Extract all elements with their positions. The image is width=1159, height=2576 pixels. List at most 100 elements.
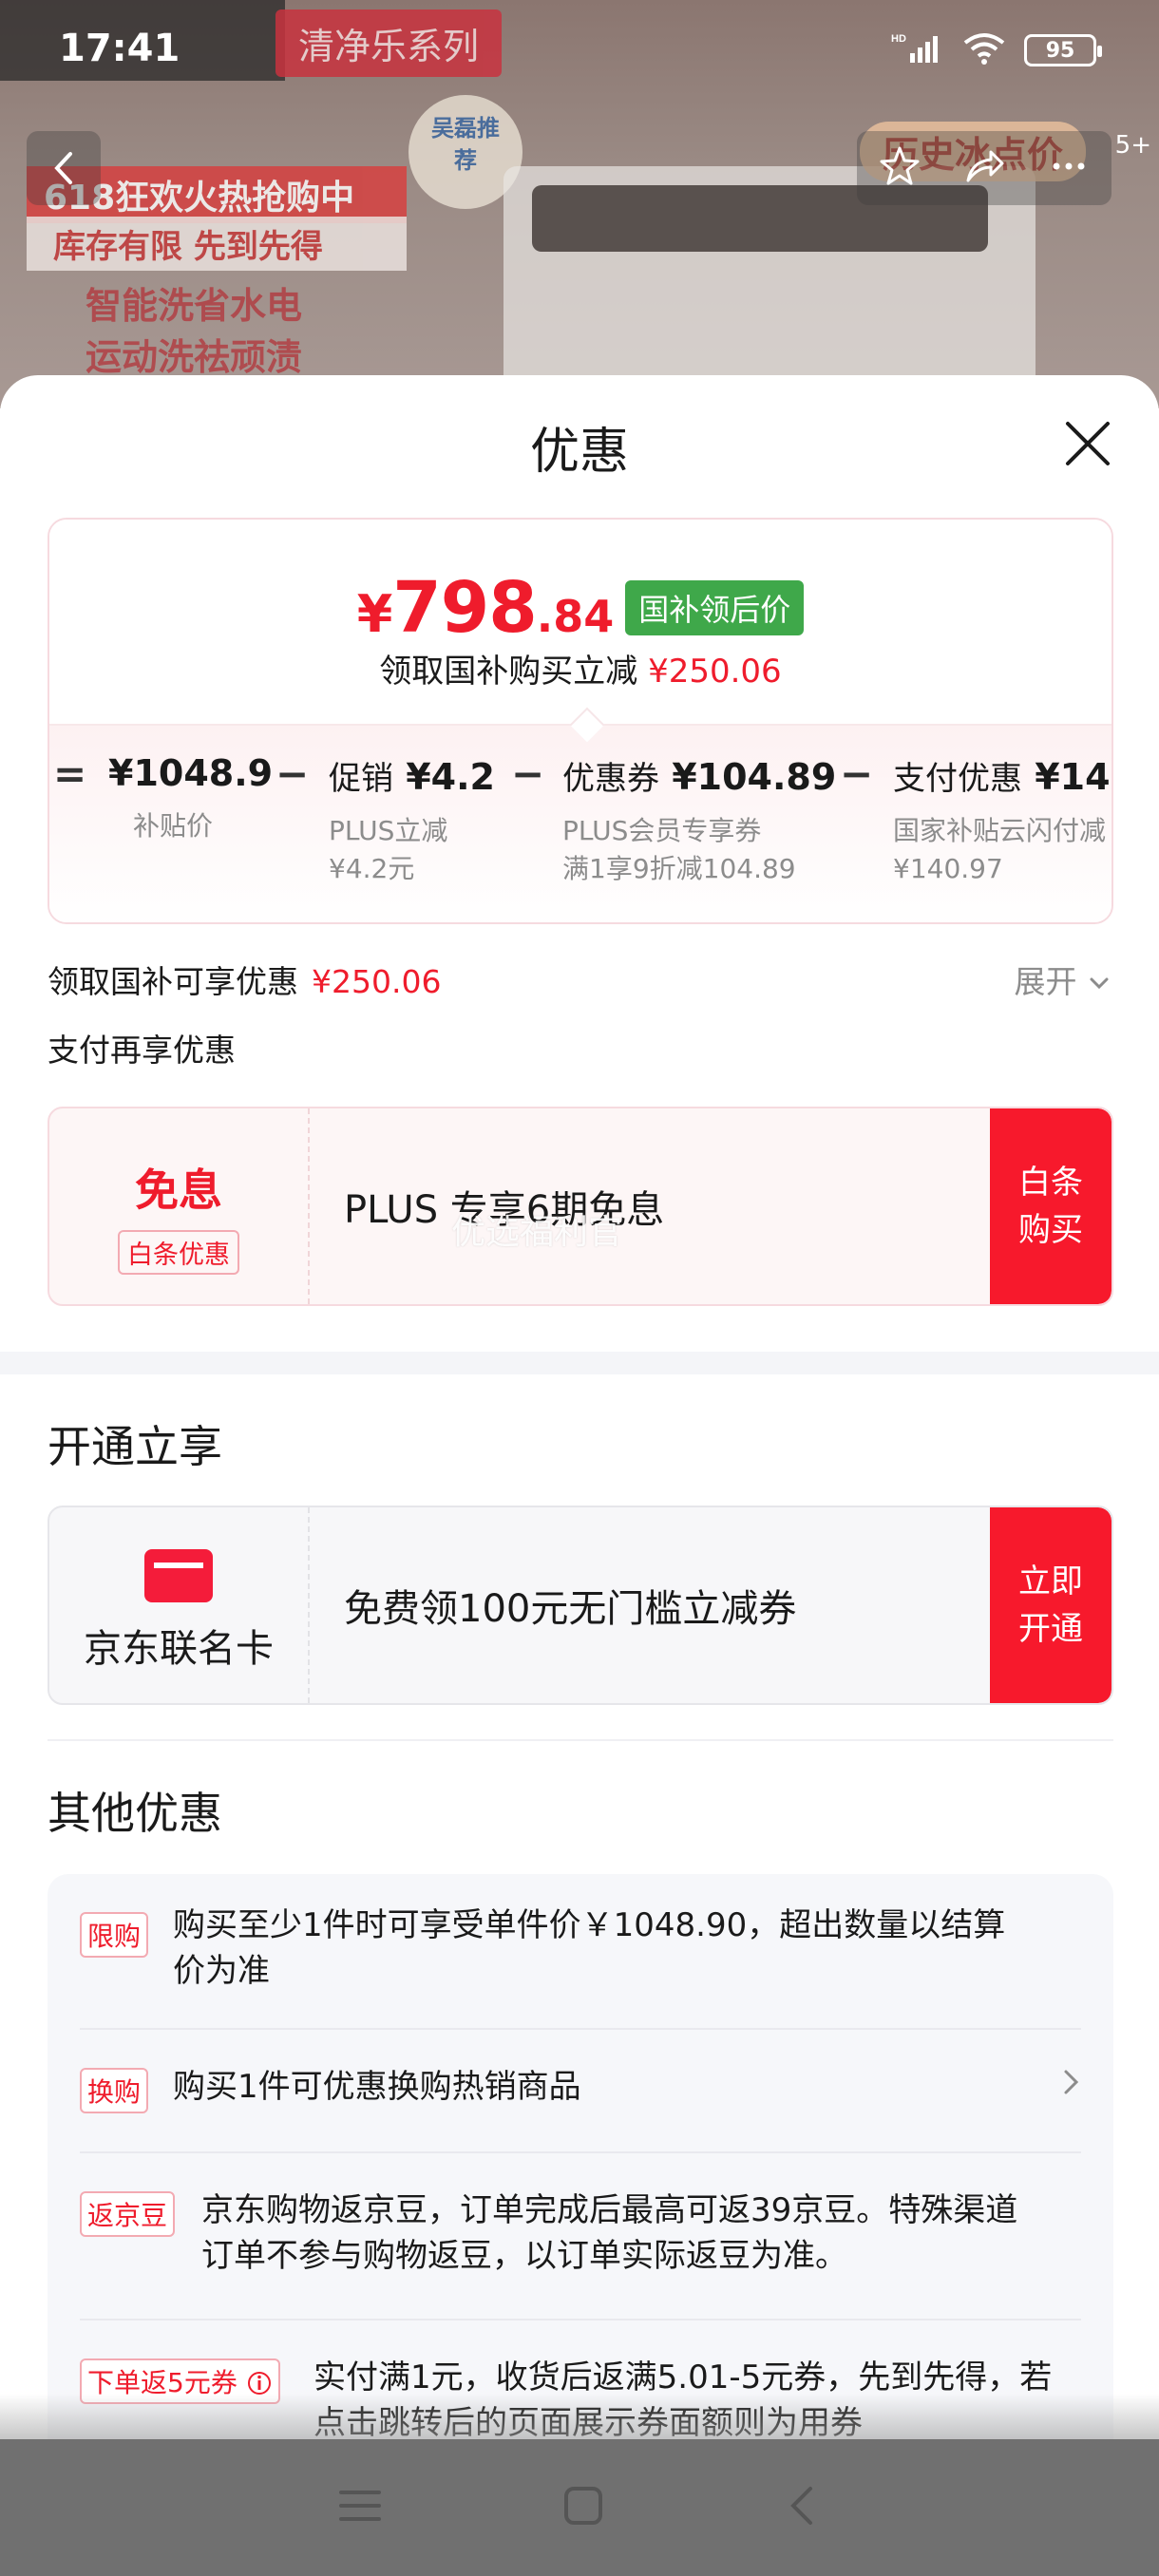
slogan: 智能洗省水电 运动洗祛顽渍 [86,280,302,383]
jd-card-name: 京东联名卡 [84,1627,274,1671]
breakdown-operator: − [511,750,545,797]
breakdown-item: ¥1048.9 补贴价 [108,752,273,845]
promo-sub-banner: 库存有限 先到先得 [27,217,407,271]
price-summary: ¥798.84 国补领后价 领取国补购买立减 ¥250.06 [49,520,1112,724]
recommend-text: 吴磊推荐 [431,115,500,174]
header-actions [857,131,1112,205]
breakdown-item: 优惠券 ¥104.89 PLUS会员专享券 满1享9折减104.89 [562,752,836,888]
subsidy-label: 领取国补可享优惠 [48,963,298,1000]
breakdown-label: 优惠券 [562,760,659,798]
discount-sheet: 优惠 ¥798.84 国补领后价 领取国补购买立减 ¥250.06 = ¥1048… [0,375,1159,2576]
status-bar: 17:41 HD 95 [0,0,1159,95]
baitiao-buy-button[interactable]: 白条 购买 [990,1108,1112,1304]
share-icon[interactable] [960,142,1008,194]
baitiao-tag: 白条优惠 [118,1230,239,1275]
other-item-limit: 限购 购买至少1件时可享受单件价￥1048.90，超出数量以结算价为准 [80,1903,1081,2030]
close-icon [1066,422,1110,465]
breakdown-sub-line: ¥4.2元 [329,853,415,884]
chevron-down-icon [1090,977,1109,990]
breakdown-sub-line: 满1享9折减104.89 [562,853,796,884]
battery-icon: 95 [1024,34,1102,66]
jd-card-text: 免费领100元无门槛立减券 [344,1587,797,1631]
status-icons: HD 95 [891,31,1102,69]
breakdown-main: 优惠券 ¥104.89 [562,752,836,799]
expand-label: 展开 [1014,963,1077,1000]
wifi-icon [961,31,1007,69]
slogan-line: 智能洗省水电 [86,285,303,327]
breakdown-item: 促销 ¥4.2 PLUS立减 ¥4.2元 [329,752,495,888]
jd-card-button-line: 立即 [1018,1563,1083,1601]
baitiao-title: 免息 [135,1165,222,1216]
price-sub: 领取国补购买立减 ¥250.06 [49,645,1112,691]
breakdown-operator: − [840,750,874,797]
subsidy-value: ¥250.06 [312,963,442,1000]
baitiao-button-line: 白条 [1018,1164,1083,1202]
price-breakdown: = ¥1048.9 补贴价 − 促销 ¥4.2 PLUS立减 ¥4.2元 − 优… [49,724,1112,922]
home-icon[interactable] [562,2485,604,2530]
breakdown-sub-line: ¥140.97 [893,853,1003,884]
svg-text:HD: HD [891,33,906,45]
beans-tag: 返京豆 [80,2191,176,2237]
back-nav-icon[interactable] [784,2483,822,2532]
final-price: ¥798.84 国补领后价 [49,567,1112,649]
price-tag: 国补领后价 [625,580,805,635]
price-integer: 798 [392,567,537,649]
breakdown-value: ¥140 [1035,756,1112,798]
sheet-title: 优惠 [529,424,629,481]
baitiao-left: 免息 白条优惠 [49,1108,310,1304]
menu-icon[interactable] [337,2487,383,2529]
watermark: 优选福利官 [451,1213,623,1252]
back-button[interactable] [27,131,101,205]
limit-text: 购买至少1件时可享受单件价￥1048.90，超出数量以结算价为准 [173,1906,1006,1990]
other-section-title: 其他优惠 [48,1788,222,1839]
breakdown-sub-line: PLUS立减 [329,815,448,846]
other-item-exchange[interactable]: 换购 购买1件可优惠换购热销商品 [80,2030,1081,2153]
jd-card-coupon[interactable]: 京东联名卡 免费领100元无门槛立减券 立即 开通 [48,1506,1113,1705]
breakdown-label: 支付优惠 [893,760,1022,798]
favorite-star-icon[interactable] [876,142,923,194]
price-card: ¥798.84 国补领后价 领取国补购买立减 ¥250.06 = ¥1048.9 … [48,518,1113,924]
system-nav-bar [0,2439,1159,2576]
other-item-beans: 返京豆 京东购物返京豆，订单完成后最高可返39京豆。特殊渠道订单不参与购物返豆，… [80,2153,1081,2320]
more-count-badge: 5+ [1114,131,1151,160]
jd-card-button-line: 开通 [1018,1610,1083,1648]
jd-card-left: 京东联名卡 [49,1507,310,1703]
credit-card-icon [144,1549,213,1602]
beans-text: 京东购物返京豆，订单完成后最高可返39京豆。特殊渠道订单不参与购物返豆，以订单实… [201,2191,1018,2275]
expand-toggle[interactable]: 展开 [1015,957,1112,1002]
chevron-right-icon [1062,2066,1081,2107]
breakdown-value: ¥1048.9 [108,752,274,794]
breakdown-sub-line: PLUS会员专享券 [562,815,762,846]
breakdown-sub: 补贴价 [133,810,214,842]
limit-tag: 限购 [80,1912,149,1958]
breakdown-label: 促销 [329,760,393,798]
breakdown-operator: − [276,750,310,797]
breakdown-sub: PLUS会员专享券 满1享9折减104.89 [562,812,836,888]
breakdown-sub-line: 国家补贴云闪付减 [893,815,1107,846]
close-button[interactable] [1062,418,1113,469]
breakdown-value: ¥104.89 [672,756,837,798]
divider [48,1739,1113,1741]
exchange-tag: 换购 [80,2068,149,2113]
open-section-title: 开通立享 [48,1421,222,1472]
breakdown-sub: 国家补贴云闪付减 ¥140.97 [893,812,1112,888]
exchange-text: 购买1件可优惠换购热销商品 [173,2068,581,2106]
jd-card-open-button[interactable]: 立即 开通 [990,1507,1112,1703]
price-currency: ¥ [356,584,393,644]
chevron-left-icon [54,152,72,184]
more-icon[interactable] [1045,142,1092,194]
breakdown-operator: = [53,750,87,797]
breakdown-sub: PLUS立减 ¥4.2元 [329,812,495,888]
breakdown-value: ¥4.2 [406,756,495,798]
breakdown-item: 支付优惠 ¥140 国家补贴云闪付减 ¥140.97 [893,752,1112,888]
info-icon [247,2372,271,2395]
bottom-fade [0,2394,1159,2439]
status-time: 17:41 [59,27,180,70]
price-sub-value: ¥250.06 [648,653,782,691]
subsidy-row: 领取国补可享优惠 ¥250.06 [48,957,441,1002]
breakdown-main: 促销 ¥4.2 [329,752,495,799]
price-decimal: .84 [536,591,615,642]
pay-discount-label: 支付再享优惠 [48,1032,236,1069]
baitiao-button-line: 购买 [1018,1211,1083,1249]
signal-icon: HD [891,32,944,68]
